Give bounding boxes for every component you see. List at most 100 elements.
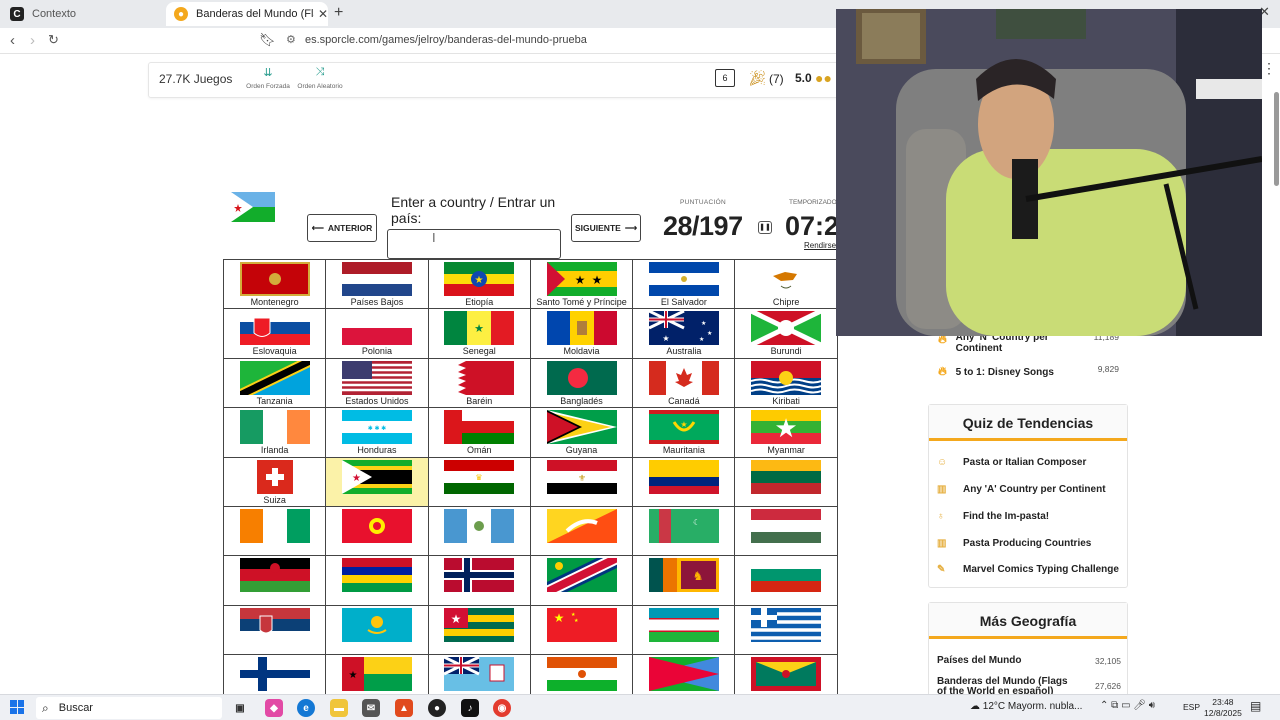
flag-image: ★ ★ xyxy=(546,262,617,296)
flag-cell[interactable]: El Salvador xyxy=(632,258,736,310)
flag-cell[interactable]: ★ Mauritania xyxy=(632,407,736,458)
flag-cell[interactable]: Países Bajos xyxy=(325,258,429,310)
back-icon[interactable]: ‹ xyxy=(10,32,15,49)
flag-cell[interactable]: Eslovaquia xyxy=(222,308,327,359)
url-field[interactable]: es.sporcle.com/games/jelroy/banderas-del… xyxy=(305,34,587,46)
flag-cell[interactable]: Bangladés xyxy=(529,357,634,409)
copilot-icon[interactable]: ◆ xyxy=(265,699,283,717)
flag-cell[interactable]: Polonia xyxy=(325,308,429,359)
obs-icon[interactable]: ● xyxy=(428,699,446,717)
taskbar-search[interactable]: ⌕ Buscar xyxy=(36,697,222,719)
flag-cell[interactable] xyxy=(427,505,531,557)
flag-cell[interactable]: Baréin xyxy=(427,357,531,409)
windows-start-icon[interactable] xyxy=(10,700,24,714)
menu-kebab-icon[interactable]: ⋮ xyxy=(1262,60,1276,77)
flag-cell[interactable]: Guyana xyxy=(529,407,634,458)
flag-cell[interactable]: ★ Myanmar xyxy=(734,407,838,458)
task-view-icon[interactable]: ▣ xyxy=(231,699,249,717)
flag-cell[interactable]: Estados Unidos xyxy=(325,357,429,409)
flag-cell[interactable]: Canadá xyxy=(632,357,736,409)
flag-cell[interactable] xyxy=(734,604,838,656)
new-tab-icon[interactable]: + xyxy=(334,4,343,22)
flag-cell[interactable]: ⚜ xyxy=(529,456,634,507)
tab-title: Contexto xyxy=(32,8,77,20)
flag-cell[interactable]: ☾ xyxy=(632,505,736,557)
flag-cell[interactable]: ★ Etiopía xyxy=(427,258,531,310)
flag-cell[interactable]: ★ ★ ★ xyxy=(529,604,634,656)
next-button[interactable]: SIGUIENTE ⟶ xyxy=(571,214,641,242)
party-icon[interactable]: 🎉︎ xyxy=(748,69,767,87)
games-count[interactable]: 27.7K Juegos xyxy=(159,72,232,86)
geography-item[interactable]: Países del Mundo 32,105 xyxy=(937,656,1121,667)
tiktok-icon[interactable]: ♪ xyxy=(461,699,479,717)
tab-banderas[interactable]: ● Banderas del Mundo (Flags of the World… xyxy=(166,2,328,26)
flag-cell[interactable]: ♞ xyxy=(632,555,736,606)
previous-button[interactable]: ⟵ ANTERIOR xyxy=(307,214,377,242)
notification-icon[interactable]: ▤ xyxy=(1250,699,1261,713)
flag-cell[interactable]: Moldavia xyxy=(529,308,634,359)
site-info-icon[interactable]: ⚙︎ xyxy=(286,33,296,46)
tab-contexto[interactable]: C Contexto xyxy=(4,2,164,26)
give-up-link[interactable]: Rendirse xyxy=(804,241,836,250)
trending-item[interactable]: ☺ Pasta or Italian Composer xyxy=(937,457,1086,468)
forward-icon[interactable]: › xyxy=(30,32,35,49)
trending-item[interactable]: ▥ Any 'A' Country per Continent xyxy=(937,484,1106,495)
forced-order-button[interactable]: ⇊ Orden Forzada xyxy=(243,66,293,90)
system-tray-icons[interactable]: ⌃ ⧉ ▭ 🎤︎ 🔊︎ xyxy=(1100,700,1155,711)
svg-text:★: ★ xyxy=(707,330,712,337)
trending-item[interactable]: ♁ Find the Im-pasta! xyxy=(937,511,1049,522)
flag-cell[interactable] xyxy=(325,505,429,557)
flag-cell[interactable] xyxy=(734,555,838,606)
comments-button[interactable]: 6 xyxy=(715,69,735,87)
random-order-button[interactable]: ⤨ Orden Aleatorio xyxy=(295,66,345,90)
flag-cell[interactable]: ★ Senegal xyxy=(427,308,531,359)
flag-cell[interactable]: ★ xyxy=(325,456,429,507)
clock[interactable]: 23:48 12/8/2025 xyxy=(1204,697,1242,719)
brave-icon[interactable]: ▲ xyxy=(395,699,413,717)
flag-cell[interactable]: ★ ★ Santo Tomé y Príncipe xyxy=(529,258,634,310)
flag-cell[interactable] xyxy=(734,456,838,507)
trending-item[interactable]: ✎ Marvel Comics Typing Challenge xyxy=(937,564,1119,575)
language-indicator[interactable]: ESP xyxy=(1183,702,1200,712)
edge-icon[interactable]: e xyxy=(297,699,315,717)
flag-cell[interactable]: Burundi xyxy=(734,308,838,359)
flag-image xyxy=(648,360,719,395)
flag-cell[interactable]: ♛ xyxy=(427,456,531,507)
popular-quiz-item[interactable]: 🔥︎ 5 to 1: Disney Songs 9,829 xyxy=(938,364,1128,379)
flag-cell[interactable] xyxy=(222,505,327,557)
pause-icon[interactable]: ❚❚ xyxy=(758,221,772,234)
flag-cell[interactable]: Omán xyxy=(427,407,531,458)
reload-icon[interactable]: ↻ xyxy=(48,32,59,48)
flag-cell[interactable] xyxy=(222,555,327,606)
flag-cell[interactable]: ★ xyxy=(427,604,531,656)
answer-input[interactable] xyxy=(387,229,561,259)
flag-cell[interactable] xyxy=(529,505,634,557)
flag-cell[interactable]: ✱ ✱ ✱ Honduras xyxy=(325,407,429,458)
flag-cell[interactable]: Tanzania xyxy=(222,357,327,409)
svg-text:★: ★ xyxy=(662,334,669,343)
flag-cell[interactable] xyxy=(632,604,736,656)
trending-label: Pasta or Italian Composer xyxy=(963,457,1087,468)
close-tab-icon[interactable]: ✕ xyxy=(318,7,328,21)
flag-cell[interactable]: Montenegro xyxy=(222,258,327,310)
flag-cell[interactable]: Irlanda xyxy=(222,407,327,458)
mail-icon[interactable]: ✉ xyxy=(362,699,380,717)
flag-cell[interactable] xyxy=(632,456,736,507)
flag-cell[interactable]: Suiza xyxy=(222,456,327,507)
weather-widget[interactable]: ☁ 12°C Mayorm. nubla... xyxy=(970,701,1082,712)
flag-cell[interactable] xyxy=(734,505,838,557)
flag-cell[interactable] xyxy=(325,555,429,606)
file-explorer-icon[interactable]: ▬ xyxy=(330,699,348,717)
page-scrollbar[interactable] xyxy=(1274,92,1279,186)
flag-cell[interactable]: Chipre xyxy=(734,258,838,310)
flag-cell[interactable]: ★ ★ ★ ★ Australia xyxy=(632,308,736,359)
bookmark-icon[interactable]: 🔖︎ xyxy=(259,32,276,48)
flag-cell[interactable]: Kiribati xyxy=(734,357,838,409)
flag-cell[interactable] xyxy=(325,604,429,656)
flag-cell[interactable] xyxy=(529,555,634,606)
flag-cell[interactable] xyxy=(427,555,531,606)
chrome-icon[interactable]: ◉ xyxy=(493,699,511,717)
trending-item[interactable]: ▥ Pasta Producing Countries xyxy=(937,538,1091,549)
trending-label: Pasta Producing Countries xyxy=(963,538,1092,549)
flag-cell[interactable] xyxy=(222,604,327,656)
